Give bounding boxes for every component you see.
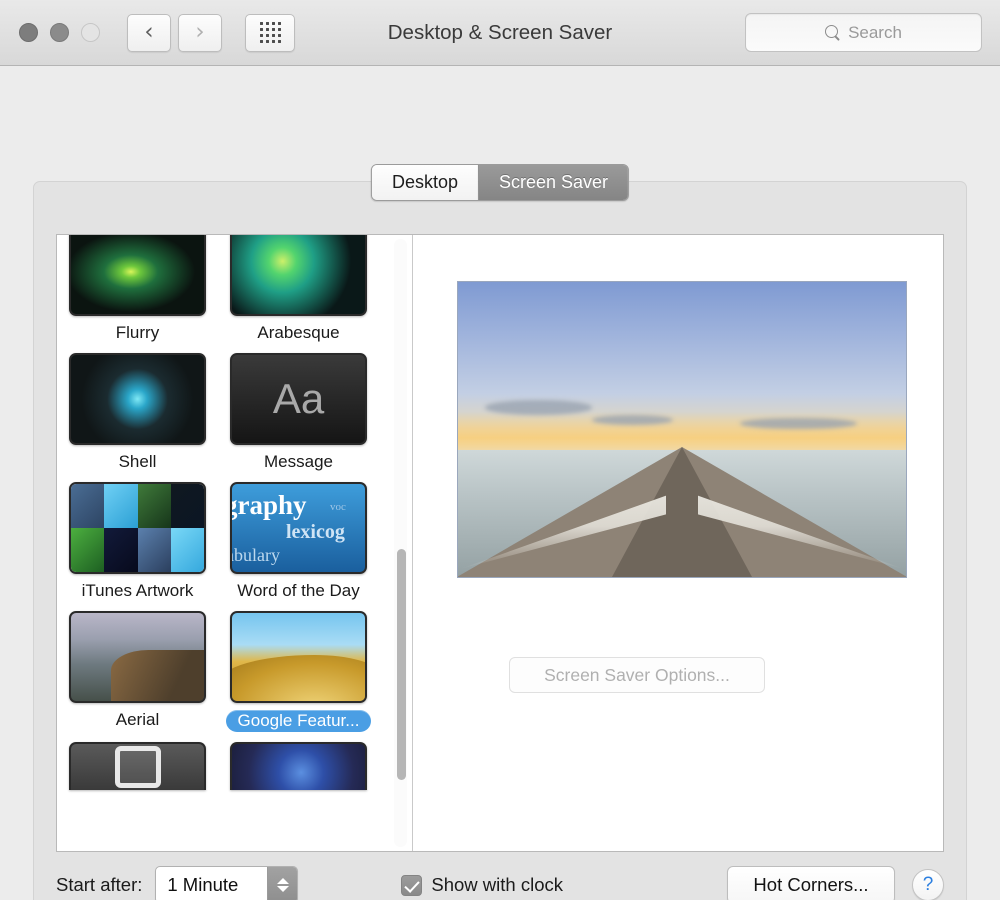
wotd-line-2: lexicog xyxy=(286,521,345,543)
system-preferences-window: ‹ › Desktop & Screen Saver Search Deskto… xyxy=(0,0,1000,900)
show-all-grid-icon xyxy=(259,22,281,43)
scrollbar-thumb[interactable] xyxy=(396,549,406,781)
screen-saver-grid: Ken Burns Classic Flurry Arabesque xyxy=(57,235,397,790)
list-item[interactable] xyxy=(69,742,206,790)
list-item-label: Arabesque xyxy=(257,323,340,342)
thumbnail[interactable] xyxy=(69,611,206,703)
thumbnail[interactable] xyxy=(69,742,206,790)
list-item-label: Shell xyxy=(118,452,157,471)
preview-cloud xyxy=(592,414,674,426)
thumbnail[interactable] xyxy=(230,235,367,316)
photo-frame-icon xyxy=(114,746,161,788)
back-button[interactable]: ‹ xyxy=(127,13,171,52)
thumbnail[interactable] xyxy=(69,235,206,316)
list-item[interactable]: Aa Message xyxy=(230,353,367,482)
start-after-value: 1 Minute xyxy=(167,874,239,895)
search-icon xyxy=(825,25,840,40)
list-item[interactable]: iTunes Artwork xyxy=(69,482,206,611)
list-scrollbar[interactable] xyxy=(394,239,407,847)
thumbnail[interactable] xyxy=(230,742,367,790)
tab-desktop[interactable]: Desktop xyxy=(371,165,478,200)
list-item[interactable]: graphy voc lexicog abulary Word of the D… xyxy=(230,482,367,611)
list-item-label: Word of the Day xyxy=(237,581,360,600)
chevron-up-icon xyxy=(276,878,289,884)
forward-button[interactable]: › xyxy=(178,13,222,52)
list-item[interactable]: Arabesque xyxy=(230,235,367,353)
thumbnail[interactable] xyxy=(69,482,206,574)
search-field[interactable]: Search xyxy=(745,13,982,52)
thumbnail[interactable] xyxy=(230,611,367,703)
list-item[interactable]: Aerial xyxy=(69,611,206,742)
title-bar: ‹ › Desktop & Screen Saver Search xyxy=(0,0,1000,66)
list-item[interactable] xyxy=(230,742,367,790)
list-item[interactable]: Flurry xyxy=(69,235,206,353)
chevron-left-icon: ‹ xyxy=(144,19,154,45)
list-item-label: Message xyxy=(264,452,333,471)
tab-screen-saver[interactable]: Screen Saver xyxy=(477,165,629,200)
list-item-label: iTunes Artwork xyxy=(81,581,194,600)
screen-saver-list[interactable]: Ken Burns Classic Flurry Arabesque xyxy=(57,235,413,851)
show-with-clock-checkbox[interactable] xyxy=(401,874,423,896)
help-button[interactable]: ? xyxy=(912,869,944,900)
preview-cloud xyxy=(484,400,593,415)
zoom-button[interactable] xyxy=(81,23,100,42)
bottom-controls: Start after: 1 Minute Show with clock Ho… xyxy=(56,859,944,900)
message-glyph: Aa xyxy=(272,375,325,422)
search-placeholder: Search xyxy=(848,22,902,42)
start-after-popup[interactable]: 1 Minute xyxy=(155,866,299,900)
content-area: Ken Burns Classic Flurry Arabesque xyxy=(56,234,944,852)
thumbnail[interactable] xyxy=(69,353,206,445)
list-item-selected[interactable]: Google Featur... xyxy=(226,611,371,742)
minimize-button[interactable] xyxy=(50,23,69,42)
window-body: Desktop Screen Saver Ken Burns Classic xyxy=(0,66,1000,900)
start-after-stepper[interactable] xyxy=(267,867,298,900)
close-button[interactable] xyxy=(19,23,38,42)
screen-saver-preview xyxy=(457,281,907,578)
list-item-label: Aerial xyxy=(115,710,160,729)
show-all-button[interactable] xyxy=(245,13,295,52)
chevron-down-icon xyxy=(276,886,289,892)
thumbnail[interactable]: Aa xyxy=(230,353,367,445)
show-with-clock-row[interactable]: Show with clock xyxy=(401,874,563,896)
start-after-label: Start after: xyxy=(56,874,143,895)
show-with-clock-label: Show with clock xyxy=(431,874,563,895)
chevron-right-icon: › xyxy=(195,19,205,45)
tab-bar: Desktop Screen Saver xyxy=(370,164,630,201)
wotd-line-3: abulary xyxy=(230,545,280,565)
list-item[interactable]: Shell xyxy=(69,353,206,482)
navigation-group: ‹ › xyxy=(127,13,295,52)
wotd-line-1: graphy xyxy=(230,490,307,520)
hot-corners-button[interactable]: Hot Corners... xyxy=(727,866,895,900)
thumbnail[interactable]: graphy voc lexicog abulary xyxy=(230,482,367,574)
screen-saver-options-button[interactable]: Screen Saver Options... xyxy=(509,657,765,693)
preview-pane: Screen Saver Options... xyxy=(413,235,943,851)
list-item-label: Flurry xyxy=(115,323,160,342)
list-item-label: Google Featur... xyxy=(226,710,371,732)
traffic-light-group xyxy=(19,23,100,42)
wotd-line-4: voc xyxy=(330,501,346,513)
